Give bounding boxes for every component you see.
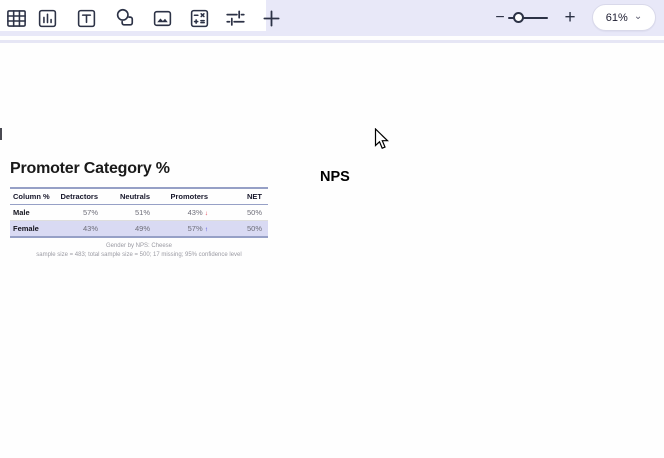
table-row-highlighted[interactable]: Female 43% 49% 57% ↑ 50% [10, 220, 268, 238]
significance-up-arrow-icon: ↑ [204, 226, 208, 233]
table-widget[interactable]: Promoter Category % Column % Detractors … [10, 160, 268, 261]
row-label: Female [10, 220, 56, 238]
table-header-row: Column % Detractors Neutrals Promoters N… [10, 187, 268, 205]
bar-chart-icon [38, 9, 56, 27]
sliders-icon [225, 10, 245, 26]
zoom-level-value: 61% [605, 11, 628, 24]
table-cell-significant: 57% ↑ [156, 220, 214, 238]
zoom-in-button[interactable]: + [559, 3, 581, 33]
column-header: NET [214, 187, 268, 205]
toolbar: − + 61% ⌄ [0, 0, 664, 36]
mouse-cursor [374, 127, 392, 157]
table-cell: 43% [56, 220, 104, 238]
column-header: Detractors [56, 187, 104, 205]
promoter-table[interactable]: Column % Detractors Neutrals Promoters N… [10, 187, 268, 238]
insert-table-button[interactable] [2, 4, 30, 32]
insert-calculation-button[interactable] [185, 4, 213, 32]
table-cell: 49% [104, 220, 156, 238]
nps-text-box[interactable]: NPS [320, 169, 350, 185]
zoom-level-dropdown[interactable]: 61% ⌄ [592, 4, 656, 31]
significance-down-arrow-icon: ↓ [204, 210, 208, 217]
table-cell: 50% [214, 204, 268, 221]
page-canvas[interactable]: Promoter Category % Column % Detractors … [0, 43, 664, 458]
column-header: Promoters [156, 187, 214, 205]
table-cell: 57% [56, 204, 104, 221]
image-icon [153, 10, 171, 26]
plus-icon [262, 9, 280, 27]
insert-image-button[interactable] [148, 4, 176, 32]
add-more-button[interactable] [257, 4, 285, 32]
row-label: Male [10, 204, 56, 221]
calculator-icon [190, 9, 208, 27]
column-header: Column % [10, 187, 56, 205]
text-icon [77, 9, 95, 27]
table-footnote: Gender by NPS: Cheese [105, 243, 173, 249]
controls-button[interactable] [221, 4, 249, 32]
table-footnote: sample size = 483; total sample size = 5… [36, 252, 242, 259]
widget-title[interactable]: Promoter Category % [10, 160, 268, 178]
insert-shape-button[interactable] [111, 4, 139, 32]
insert-chart-button[interactable] [33, 4, 61, 32]
zoom-slider-handle[interactable] [513, 12, 524, 23]
column-header: Neutrals [104, 187, 156, 205]
shapes-icon [116, 8, 134, 26]
app-window: − + 61% ⌄ Promoter Category % Column % D… [0, 0, 664, 458]
insert-text-button[interactable] [72, 4, 100, 32]
table-row[interactable]: Male 57% 51% 43% ↓ 50% [10, 204, 268, 221]
table-cell-significant: 43% ↓ [156, 204, 214, 221]
table-icon [6, 9, 26, 27]
table-cell: 51% [104, 204, 156, 221]
offscreen-object-edge [0, 128, 2, 140]
zoom-out-button[interactable]: − [491, 3, 509, 33]
chevron-down-icon: ⌄ [633, 10, 643, 22]
table-cell: 50% [214, 220, 268, 238]
